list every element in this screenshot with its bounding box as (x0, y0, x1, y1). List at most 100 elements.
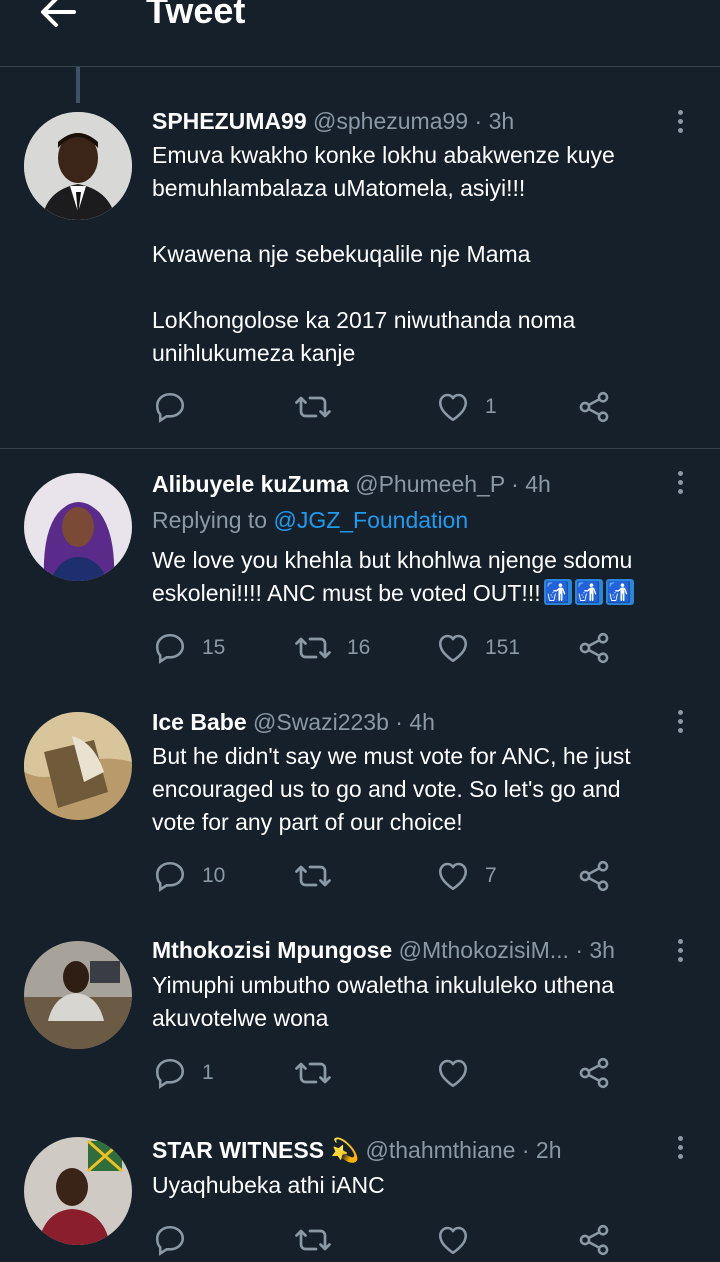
tweet[interactable]: Mthokozisi Mpungose @MthokozisiM... · 3h… (0, 921, 720, 1117)
like-button[interactable] (435, 1053, 485, 1093)
share-button[interactable] (576, 856, 612, 896)
back-button[interactable] (36, 0, 80, 34)
display-name[interactable]: STAR WITNESS (152, 1137, 324, 1163)
like-button[interactable]: 151 (435, 628, 520, 668)
tweet-text: Emuva kwakho konke lokhu abakwenze kuye … (152, 142, 615, 366)
tweet[interactable]: STAR WITNESS 💫 @thahmthiane · 2h Uyaqhub… (0, 1117, 720, 1262)
tweet-text: We love you khehla but khohlwa njenge sd… (152, 544, 690, 610)
dizzy-emoji-icon: 💫 (330, 1137, 360, 1163)
replying-to-label: Replying to (152, 507, 268, 533)
user-handle[interactable]: @thahmthiane (366, 1137, 516, 1163)
more-options-button[interactable] (666, 467, 694, 497)
retweet-button[interactable] (293, 1053, 347, 1093)
user-handle[interactable]: @MthokozisiM... (399, 937, 569, 963)
timestamp[interactable]: 2h (536, 1137, 562, 1163)
more-options-button[interactable] (666, 1132, 694, 1162)
tweet[interactable]: SPHEZUMA99 @sphezuma99 · 3h Emuva kwakho… (0, 100, 720, 448)
like-count: 7 (485, 864, 497, 887)
tweet-header: Ice Babe @Swazi223b · 4h (152, 707, 660, 737)
reply-count: 10 (202, 864, 226, 887)
reply-button[interactable] (152, 387, 202, 427)
user-handle[interactable]: @Swazi223b (253, 709, 389, 735)
separator-dot: · (474, 108, 483, 134)
tweet[interactable]: Ice Babe @Swazi223b · 4h But he didn't s… (0, 689, 720, 921)
more-options-button[interactable] (666, 706, 694, 736)
like-icon (438, 862, 468, 891)
timestamp[interactable]: 4h (409, 709, 435, 735)
like-button[interactable]: 7 (435, 856, 497, 896)
retweet-button[interactable] (293, 856, 347, 896)
retweet-button[interactable] (293, 1220, 347, 1260)
retweet-button[interactable]: 16 (293, 628, 370, 668)
thread-connector-line (76, 67, 80, 103)
reply-button[interactable]: 10 (152, 856, 225, 896)
tweet-text: Yimuphi umbutho owaletha inkululeko uthe… (152, 972, 615, 1031)
separator-dot: · (575, 937, 583, 963)
share-button[interactable] (576, 387, 612, 427)
tweet[interactable]: Alibuyele kuZuma @Phumeeh_P · 4h Replyin… (0, 449, 720, 689)
avatar[interactable] (24, 941, 132, 1049)
avatar[interactable] (24, 473, 132, 581)
more-icon (677, 709, 683, 715)
more-icon (677, 1135, 683, 1141)
timestamp[interactable]: 4h (525, 471, 551, 497)
retweet-icon (295, 1229, 331, 1251)
retweet-count: 16 (347, 636, 371, 659)
reply-icon (155, 1225, 185, 1256)
like-icon (438, 1226, 468, 1255)
like-icon (438, 1059, 468, 1088)
like-button[interactable] (435, 1220, 485, 1260)
avatar[interactable] (24, 112, 132, 220)
more-icon (677, 109, 683, 115)
tweet-actions: 15 16 151 (152, 628, 632, 668)
timestamp[interactable]: 3h (489, 108, 515, 134)
like-count: 1 (485, 395, 497, 418)
separator-dot: · (511, 471, 519, 497)
reply-count: 1 (202, 1061, 214, 1084)
tweet-header: Alibuyele kuZuma @Phumeeh_P · 4h (152, 469, 660, 499)
share-icon (579, 391, 609, 423)
reply-icon (155, 1058, 185, 1089)
like-button[interactable]: 1 (435, 387, 497, 427)
avatar[interactable] (24, 1137, 132, 1245)
user-handle[interactable]: @Phumeeh_P (355, 471, 505, 497)
display-name[interactable]: Ice Babe (152, 709, 247, 735)
tweet-actions: 1 (152, 387, 632, 427)
share-icon (579, 1057, 609, 1089)
more-options-button[interactable] (666, 106, 694, 136)
tweet-text: But he didn't say we must vote for ANC, … (152, 743, 631, 835)
reply-button[interactable]: 15 (152, 628, 225, 668)
tweet-header: Mthokozisi Mpungose @MthokozisiM... · 3h (152, 935, 660, 965)
avatar[interactable] (24, 712, 132, 820)
separator-dot: · (395, 709, 403, 735)
retweet-icon (295, 637, 331, 659)
retweet-button[interactable] (293, 387, 347, 427)
reply-button[interactable] (152, 1220, 202, 1260)
share-icon (579, 632, 609, 664)
like-icon (438, 393, 468, 422)
display-name[interactable]: Mthokozisi Mpungose (152, 937, 392, 963)
retweet-icon (295, 865, 331, 887)
tweet-text: Uyaqhubeka athi iANC (152, 1172, 385, 1198)
like-icon (438, 634, 468, 663)
retweet-icon (295, 1062, 331, 1084)
more-options-button[interactable] (666, 935, 694, 965)
retweet-icon (295, 396, 331, 418)
share-button[interactable] (576, 628, 612, 668)
tweet-actions (152, 1220, 632, 1260)
wastebasket-emoji-icon (543, 577, 572, 610)
display-name[interactable]: SPHEZUMA99 (152, 108, 307, 134)
share-button[interactable] (576, 1220, 612, 1260)
timestamp[interactable]: 3h (589, 937, 615, 963)
separator-dot: · (521, 1137, 530, 1163)
mention-link[interactable]: @JGZ_Foundation (273, 507, 468, 533)
share-icon (579, 1224, 609, 1256)
share-icon (579, 860, 609, 892)
reply-button[interactable]: 1 (152, 1053, 214, 1093)
user-handle[interactable]: @sphezuma99 (313, 108, 468, 134)
tweet-actions: 1 (152, 1053, 632, 1093)
reply-icon (155, 392, 185, 423)
display-name[interactable]: Alibuyele kuZuma (152, 471, 349, 497)
share-button[interactable] (576, 1053, 612, 1093)
back-arrow-icon (41, 0, 76, 27)
